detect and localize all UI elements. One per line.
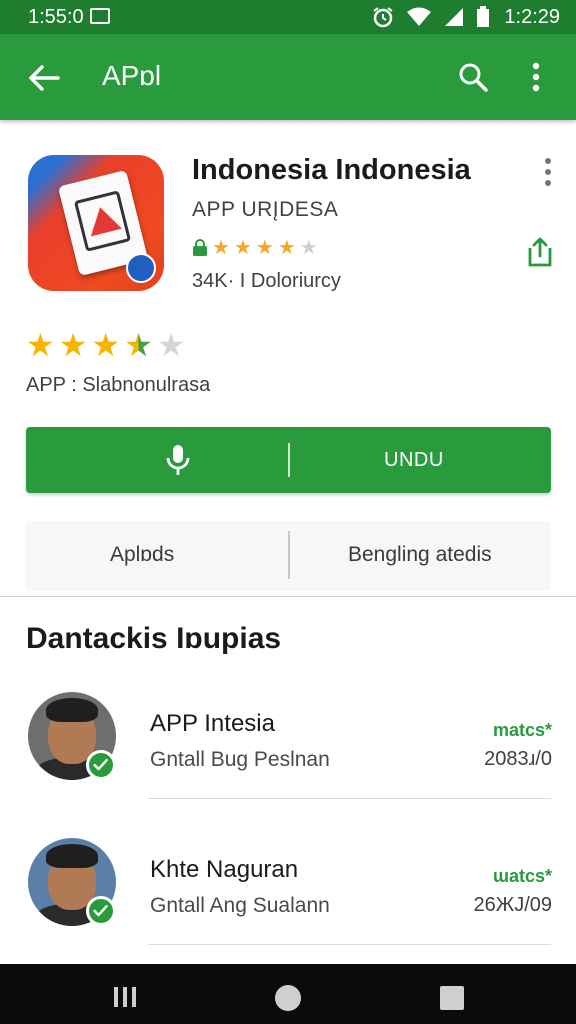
mini-star-icon: ★ (212, 237, 230, 259)
share-icon[interactable] (526, 236, 554, 268)
home-icon[interactable] (275, 985, 301, 1011)
app-developer[interactable]: APP URĮDESA (192, 198, 338, 222)
section-title: Dantackis Iɒupias (26, 622, 282, 655)
star-empty-icon: ★ (156, 327, 186, 363)
status-time-right: 1:2:29 (504, 6, 560, 28)
verified-check-icon (86, 896, 116, 926)
mic-icon (166, 445, 190, 475)
tab-aplods[interactable]: Aplɒds (110, 543, 174, 567)
install-button[interactable]: UNDU (26, 427, 551, 493)
app-logo-badge (126, 253, 156, 283)
list-item-name: APP Intesia (150, 710, 275, 737)
tabs-divider (288, 531, 290, 579)
install-divider (288, 443, 290, 477)
app-bar: APɒl (0, 34, 576, 120)
star-icon: ★ (26, 327, 55, 363)
list-item-name: Khte Naguran (150, 856, 299, 883)
avatar-hair (46, 844, 98, 868)
star-icon: ★ (91, 327, 121, 363)
list-item-date: 26ЖJ/09 (473, 894, 552, 916)
list-divider (148, 944, 551, 945)
more-vert-icon[interactable] (518, 58, 554, 96)
back-arrow-icon[interactable] (24, 58, 64, 98)
system-nav-bar (0, 964, 576, 1024)
list-item-tag: matcs* (492, 720, 552, 740)
list-item-tag: ɯatcs* (492, 866, 552, 886)
mini-star-empty-icon: ★ (299, 237, 318, 259)
list-item[interactable]: APP Intesia Gntall Bug Peslnan matcs* 20… (0, 692, 576, 802)
section-divider (0, 596, 576, 597)
list-divider (148, 798, 551, 799)
tabs: Aplɒds Bengling atedis (26, 521, 551, 591)
mini-star-icon: ★ (255, 237, 274, 259)
app-bar-title: APɒl (102, 60, 162, 91)
list-item-date: 2083ɹ/0 (484, 748, 552, 770)
status-time: 1:55:0 (28, 6, 84, 28)
search-icon[interactable] (456, 60, 490, 94)
status-icons (372, 6, 490, 28)
recents-icon[interactable] (112, 986, 138, 1008)
list-item[interactable]: Khte Naguran Gntall Ang Sualann ɯatcs* 2… (0, 838, 576, 948)
overview-square-icon[interactable] (440, 986, 464, 1010)
list-item-subtitle: Gntall Ang Sualann (150, 894, 330, 917)
app-logo-icon (28, 155, 164, 291)
image-icon (90, 8, 110, 24)
star-icon: ★ (58, 327, 88, 363)
signal-icon (445, 8, 463, 26)
app-downloads: 34K· I Doloriurcy (192, 270, 341, 292)
mini-rating: ★ ★ ★ ★ ★ (192, 238, 318, 258)
install-label: UNDU (384, 449, 444, 471)
verified-check-icon (86, 750, 116, 780)
tab-bengling-atedis[interactable]: Bengling atedis (348, 543, 492, 567)
rating-stars: ★ ★ ★ ★ ★ (26, 328, 185, 362)
more-vert-icon[interactable] (538, 156, 558, 188)
status-bar: 1:55:0 1:2:29 (0, 0, 576, 34)
mini-star-icon: ★ (233, 237, 252, 259)
list-item-subtitle: Gntall Bug Peslnan (150, 748, 330, 771)
alarm-icon (373, 7, 393, 28)
avatar-hair (46, 698, 98, 722)
lock-icon (193, 239, 207, 256)
rating-caption: APP : Slabnonulrasa (26, 374, 211, 396)
battery-icon (477, 6, 489, 27)
app-name: Indonesia Indonesia (192, 154, 471, 186)
wifi-icon (407, 7, 431, 26)
star-half-icon: ★ (124, 327, 153, 363)
mini-star-icon: ★ (277, 237, 296, 259)
